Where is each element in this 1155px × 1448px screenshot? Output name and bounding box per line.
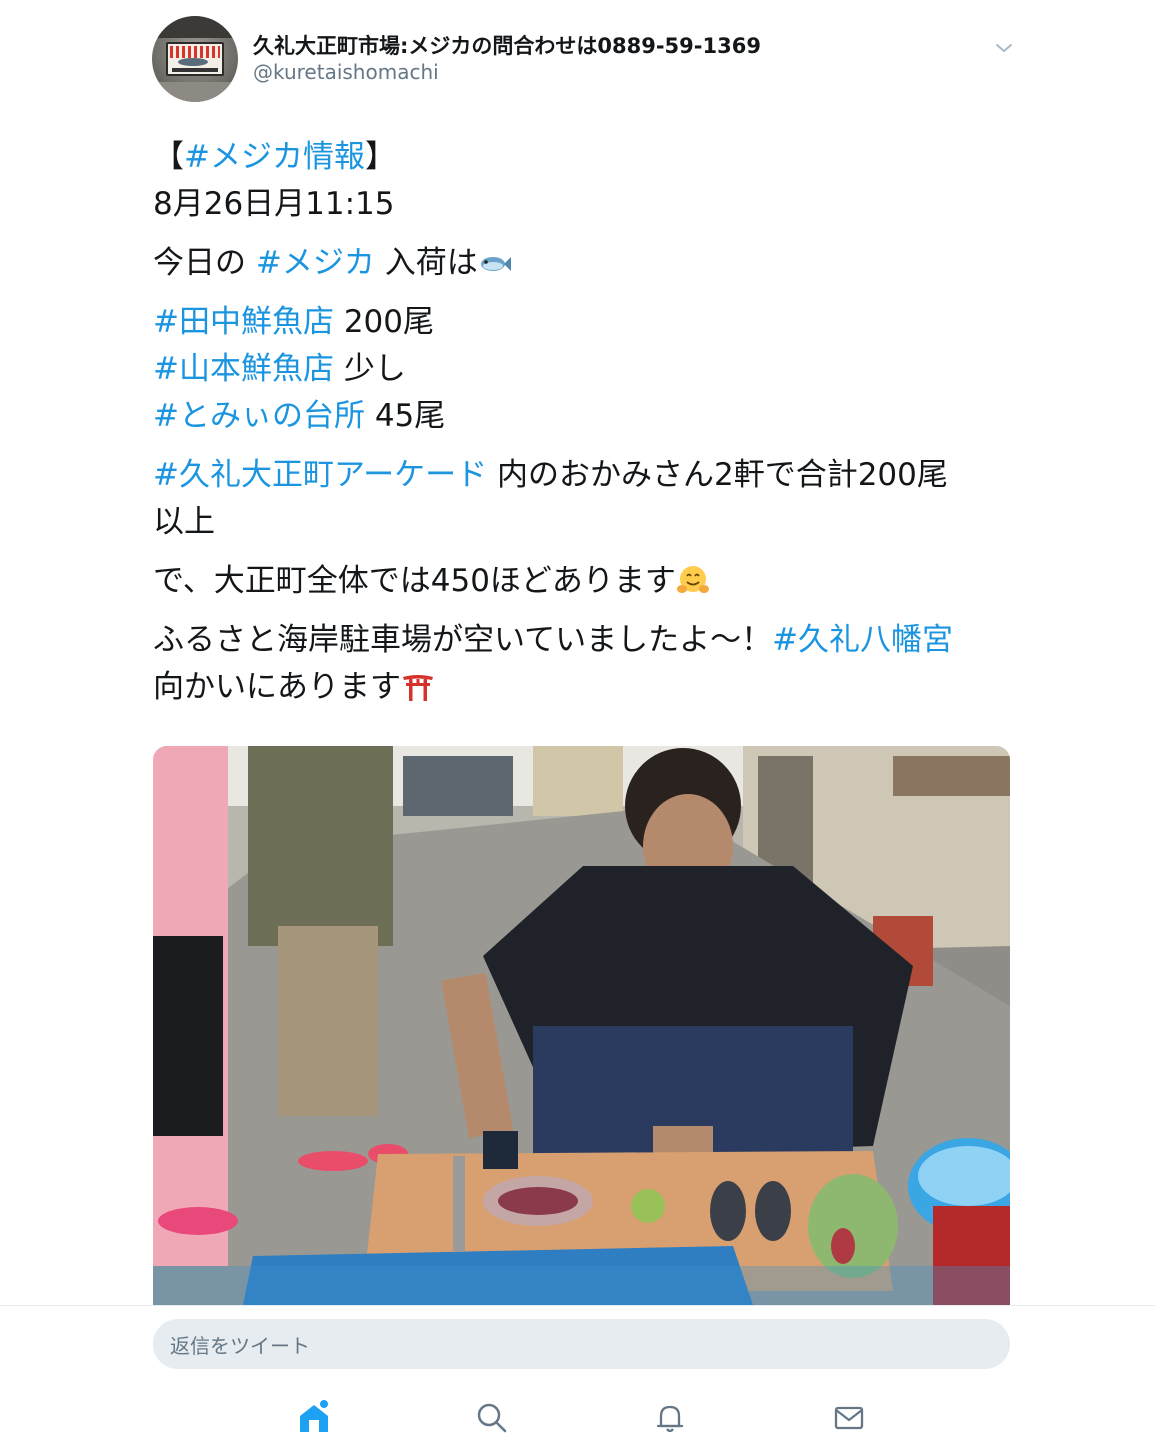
reply-placeholder: 返信をツイート (170, 1334, 310, 1358)
tab-messages[interactable] (819, 1388, 879, 1448)
text-line: #山本鮮魚店 少し (153, 351, 406, 387)
hashtag-link[interactable]: #とみぃの台所 (153, 398, 365, 434)
bottom-tab-bar (0, 1388, 1155, 1448)
search-icon (477, 1403, 507, 1433)
avatar[interactable] (152, 16, 238, 102)
hashtag-link[interactable]: #久礼八幡宮 (772, 622, 953, 658)
tweet-text: 【#メジカ情報】 8月26日月11:15 今日の #メジカ 入荷は #田中鮮魚店… (153, 134, 1013, 711)
hashtag-link[interactable]: #久礼大正町アーケード (153, 457, 487, 493)
tab-home[interactable] (284, 1388, 344, 1448)
fish-emoji-icon (480, 257, 511, 271)
text-line: ふるさと海岸駐車場が空いていましたよ〜！#久礼八幡宮 (153, 622, 954, 658)
bell-icon (656, 1405, 684, 1433)
tweet-photo[interactable] (153, 746, 1010, 1305)
text-line: 以上 (153, 504, 215, 540)
author-name[interactable]: 久礼大正町市場:メジカの問合わせは0889-59-1369 (253, 30, 761, 60)
text-line: #久礼大正町アーケード 内のおかみさん2軒で合計200尾 (153, 457, 948, 493)
text-line: #とみぃの台所 45尾 (153, 398, 446, 434)
text-line: 【#メジカ情報】 (153, 139, 396, 175)
hugging-face-emoji-icon (676, 566, 709, 593)
text-line: 8月26日月11:15 (153, 186, 395, 222)
torii-emoji-icon (403, 675, 433, 701)
hashtag-link[interactable]: #メジカ (256, 245, 375, 281)
tab-notifications[interactable] (640, 1388, 700, 1448)
text-line: で、大正町全体では450ほどあります (153, 558, 1013, 605)
tab-search[interactable] (462, 1388, 522, 1448)
hashtag-link[interactable]: #田中鮮魚店 (153, 304, 334, 340)
chevron-down-icon[interactable] (994, 38, 1014, 58)
hashtag-link[interactable]: #山本鮮魚店 (153, 351, 334, 387)
text-line: 今日の #メジカ 入荷は (153, 240, 1013, 287)
hashtag-link[interactable]: #メジカ情報 (184, 139, 365, 175)
text-line: 向かいにあります (153, 664, 1013, 711)
text-line: #田中鮮魚店 200尾 (153, 304, 435, 340)
author-handle[interactable]: @kuretaishomachi (253, 60, 439, 84)
home-icon (300, 1400, 328, 1432)
reply-input[interactable]: 返信をツイート (153, 1319, 1010, 1369)
photo-image (153, 746, 1010, 1305)
tweet-header: 久礼大正町市場:メジカの問合わせは0889-59-1369 @kuretaish… (152, 16, 1012, 104)
envelope-icon (834, 1406, 864, 1430)
tweet: 久礼大正町市場:メジカの問合わせは0889-59-1369 @kuretaish… (0, 0, 1155, 1305)
